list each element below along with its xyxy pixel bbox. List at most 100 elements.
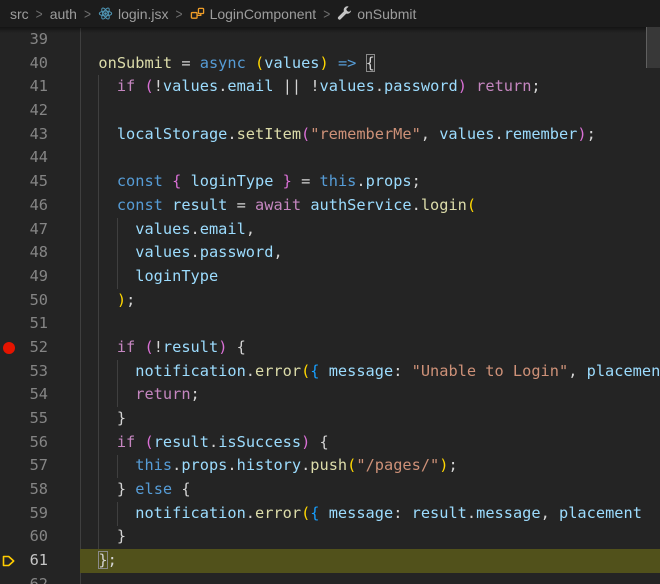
- gutter-glyph-margin[interactable]: [0, 407, 22, 431]
- code-token: .: [172, 456, 182, 475]
- gutter-glyph-margin[interactable]: [0, 241, 22, 265]
- code-token: ): [577, 124, 587, 143]
- gutter-glyph-margin[interactable]: [0, 52, 22, 76]
- breadcrumb-item-login-jsx[interactable]: login.jsx: [98, 6, 169, 22]
- code-line-text[interactable]: [80, 28, 660, 52]
- code-line-text[interactable]: [80, 573, 660, 584]
- line-number: 46: [29, 195, 48, 214]
- gutter-glyph-margin[interactable]: [0, 265, 22, 289]
- gutter-glyph-margin[interactable]: [0, 336, 22, 360]
- class-icon: [190, 6, 205, 21]
- code-line-text[interactable]: );: [80, 289, 660, 313]
- code-line-text[interactable]: notification.error({ message: "Unable to…: [80, 360, 660, 384]
- gutter-glyph-margin[interactable]: [0, 573, 22, 584]
- code-token: ): [457, 77, 467, 96]
- code-line-text[interactable]: [80, 99, 660, 123]
- gutter-glyph-margin[interactable]: [0, 28, 22, 52]
- breadcrumb-item-src[interactable]: src: [10, 6, 29, 22]
- gutter-gap: [48, 170, 80, 194]
- gutter-gap: [48, 52, 80, 76]
- code-line-text[interactable]: values.email,: [80, 218, 660, 242]
- code-token: (: [144, 337, 154, 356]
- breakpoint-icon[interactable]: [3, 341, 15, 354]
- gutter-glyph-margin[interactable]: [0, 170, 22, 194]
- code-token: {: [236, 337, 246, 356]
- gutter-glyph-margin[interactable]: [0, 383, 22, 407]
- code-token: await: [255, 195, 302, 214]
- code-line-text[interactable]: if (!values.email || !values.password) r…: [80, 75, 660, 99]
- breadcrumb-label: src: [10, 5, 29, 22]
- code-line-text[interactable]: notification.error({ message: result.mes…: [80, 502, 660, 526]
- breadcrumb: src > auth > login.jsx > LoginComponent > onSubm…: [0, 0, 660, 27]
- gutter-glyph-margin[interactable]: [0, 502, 22, 526]
- code-line: 44: [0, 146, 660, 170]
- code-token: ;: [411, 172, 421, 191]
- code-line-text[interactable]: const { loginType } = this.props;: [80, 170, 660, 194]
- code-token: "rememberMe": [310, 124, 421, 143]
- gutter-glyph-margin[interactable]: [0, 549, 22, 573]
- code-line-text[interactable]: }: [80, 525, 660, 549]
- code-line-text[interactable]: onSubmit = async (values) => {: [80, 52, 660, 76]
- breadcrumb-item-logincomponent[interactable]: LoginComponent: [190, 5, 317, 22]
- code-token: ;: [448, 456, 458, 475]
- code-line-text[interactable]: };: [80, 549, 660, 573]
- code-line-text[interactable]: loginType: [80, 265, 660, 289]
- code-line-text[interactable]: } else {: [80, 478, 660, 502]
- code-line-text[interactable]: [80, 312, 660, 336]
- gutter-glyph-margin[interactable]: [0, 454, 22, 478]
- code-token: values: [162, 77, 219, 96]
- code-token: .: [227, 456, 237, 475]
- code-token: if: [116, 432, 136, 451]
- code-line-text[interactable]: [80, 146, 660, 170]
- gutter-glyph-margin[interactable]: [0, 194, 22, 218]
- gutter-glyph-margin[interactable]: [0, 360, 22, 384]
- line-number: 45: [29, 172, 48, 191]
- line-number: 58: [29, 480, 48, 499]
- code-line-text[interactable]: }: [80, 407, 660, 431]
- breadcrumb-item-auth[interactable]: auth: [50, 6, 77, 22]
- gutter-glyph-margin[interactable]: [0, 312, 22, 336]
- code-token: password: [384, 77, 458, 96]
- code-token: !: [153, 77, 163, 96]
- scrollbar-thumb[interactable]: [646, 27, 660, 68]
- code-line: 59 notification.error({ message: result.…: [0, 502, 660, 526]
- code-editor[interactable]: 39 40 onSubmit = async (values) => {41 if…: [0, 27, 660, 584]
- code-token: (: [301, 361, 311, 380]
- code-token: loginType: [135, 266, 219, 285]
- gutter-glyph-margin[interactable]: [0, 146, 22, 170]
- breadcrumb-label: LoginComponent: [209, 5, 317, 22]
- code-line-text[interactable]: if (result.isSuccess) {: [80, 431, 660, 455]
- gutter-glyph-margin[interactable]: [0, 218, 22, 242]
- code-token: else: [135, 480, 173, 499]
- code-line-text[interactable]: if (!result) {: [80, 336, 660, 360]
- code-line-text[interactable]: values.password,: [80, 241, 660, 265]
- gutter-gap: [48, 265, 80, 289]
- gutter-glyph-margin[interactable]: [0, 525, 22, 549]
- gutter-glyph-margin[interactable]: [0, 123, 22, 147]
- gutter-glyph-margin[interactable]: [0, 99, 22, 123]
- code-line-text[interactable]: const result = await authService.login(: [80, 194, 660, 218]
- code-line-text[interactable]: localStorage.setItem("rememberMe", value…: [80, 123, 660, 147]
- gutter-gap: [48, 123, 80, 147]
- gutter-gap: [48, 549, 80, 573]
- gutter-glyph-margin[interactable]: [0, 75, 22, 99]
- gutter-glyph-margin[interactable]: [0, 289, 22, 313]
- code-line-text[interactable]: return;: [80, 383, 660, 407]
- gutter-glyph-margin[interactable]: [0, 478, 22, 502]
- code-token: }: [116, 527, 127, 546]
- code-line-text[interactable]: this.props.history.push("/pages/");: [80, 454, 660, 478]
- code-token: login: [420, 195, 467, 214]
- gutter-gap: [48, 502, 80, 526]
- gutter-glyph-margin[interactable]: [0, 431, 22, 455]
- code-line: 41 if (!values.email || !values.password…: [0, 75, 660, 99]
- breadcrumb-item-onsubmit[interactable]: onSubmit: [337, 6, 416, 22]
